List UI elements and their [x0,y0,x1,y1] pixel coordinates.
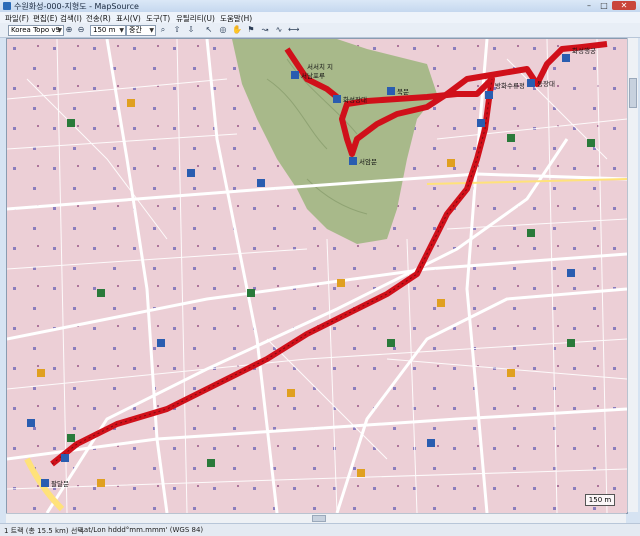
chevron-down-icon: ▼ [149,27,154,34]
status-coord-format: Lat/Lon hddd°mm.mmm' (WGS 84) [80,526,204,534]
maximize-button[interactable]: □ [597,1,611,10]
find-icon[interactable]: ⌕ [158,25,168,35]
waypoint-hiker-icon[interactable] [41,479,49,487]
waypoint-label: 화성행궁 [572,46,596,55]
waypoint-label: 북문 [397,88,409,96]
waypoint-hiker-icon[interactable] [333,95,341,103]
waypoint-label: 동장대 [537,79,555,88]
zoom-out-icon[interactable]: ⊖ [76,25,86,35]
zoom-tool-icon[interactable]: ◎ [218,25,228,35]
toolbar: Korea Topo v9 ▼ ⊕ ⊖ 150 m ▼ 중간 ▼ ⌕ ⇧ ⇩ ↖ ◎ … [0,23,640,38]
waypoint-label: 화성장대 [343,95,367,104]
waypoint-label: 서암문 [359,157,377,166]
gps-receive-icon[interactable]: ⇩ [186,25,196,35]
detail-level-select[interactable]: 중간 ▼ [126,25,156,36]
vertical-scroll-thumb[interactable] [629,78,637,108]
waypoint-label: 방화수류정 [495,81,525,90]
track-tool-icon[interactable]: ∿ [274,25,284,35]
waypoint-hiker-icon[interactable] [61,454,69,462]
waypoint-hiker-icon[interactable] [562,54,570,62]
distance-tool-icon[interactable]: ⟷ [288,25,299,35]
gps-send-icon[interactable]: ⇧ [172,25,182,35]
waypoint-hiker-icon[interactable] [349,157,357,165]
waypoint-hiker-icon[interactable] [291,71,299,79]
minimize-button[interactable]: – [582,1,596,10]
horizontal-scroll-thumb[interactable] [312,515,326,522]
waypoint-tool-icon[interactable]: ⚑ [246,25,256,35]
zoom-level-select[interactable]: 150 m ▼ [90,25,126,36]
map-canvas[interactable]: 서남포루 서서치 지 화성장대 서암문 북문 방화수류정 동장대 화성행궁 팔달… [6,38,628,514]
status-bar: 1 트랙 (총 15.5 km) 선택 Lat/Lon hddd°mm.mmm'… [0,523,640,536]
route-tool-icon[interactable]: ↝ [260,25,270,35]
waypoint-label: 서서치 지 [307,62,333,71]
select-tool-icon[interactable]: ↖ [204,25,214,35]
pan-tool-icon[interactable]: ✋ [232,25,242,35]
map-svg[interactable]: 서남포루 서서치 지 화성장대 서암문 북문 방화수류정 동장대 화성행궁 팔달… [7,39,627,513]
map-scale: 150 m [585,494,615,506]
waypoint-label: 서남포루 [301,71,325,80]
waypoint-label: 팔달문 [51,480,69,488]
chevron-down-icon: ▼ [57,27,62,34]
waypoint-hiker-icon[interactable] [387,87,395,95]
map-product-select[interactable]: Korea Topo v9 ▼ [8,25,64,36]
waypoint-hiker-icon[interactable] [527,79,535,87]
zoom-in-icon[interactable]: ⊕ [64,25,74,35]
mapsource-app-icon [3,2,11,10]
waypoint-hiker-icon[interactable] [485,91,493,99]
horizontal-scrollbar[interactable] [6,513,626,523]
vertical-scrollbar[interactable] [627,38,638,512]
close-button[interactable]: ✕ [612,1,636,10]
chevron-down-icon: ▼ [119,27,124,34]
window-title: 수원화성-000-지형도 - MapSource [14,2,139,11]
